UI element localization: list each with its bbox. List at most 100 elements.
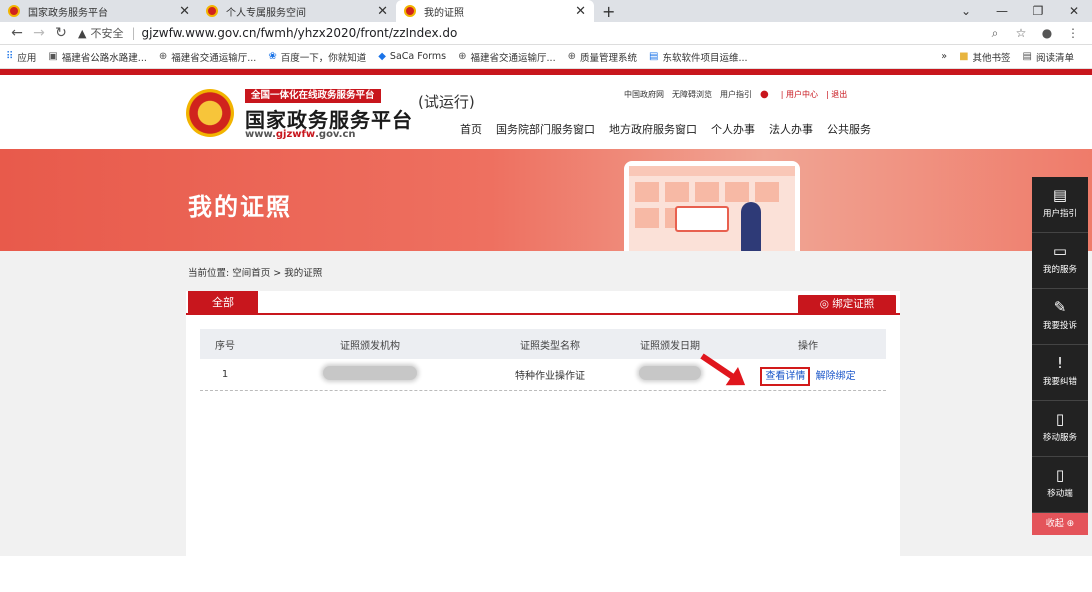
complaint-icon: ✎ [1053,298,1067,316]
browser-tab-2[interactable]: 个人专属服务空间 ✕ [198,0,396,22]
tab-title: 我的证照 [424,7,464,19]
reload-icon[interactable]: ↻ [50,25,72,41]
id-card-illustration [675,206,729,232]
bookmark-label: 福建省公路水路建... [61,52,147,64]
sidebar-label: 我的服务 [1042,265,1077,275]
image-icon: ▣ [48,51,58,62]
tab-search-icon[interactable]: ⌄ [948,4,984,18]
sidebar-item-my-service[interactable]: ▭ 我的服务 [1032,233,1088,289]
bookmark-item[interactable]: ⊕ 福建省交通运输厅... [159,50,256,64]
sidebar-item-mobile-service[interactable]: ▯ 移动服务 [1032,401,1088,457]
cell-actions: 查看详情 解除绑定 [730,367,886,386]
emblem-favicon-icon [404,5,416,17]
bookmark-item[interactable]: ⊕ 福建省交通运输厅... [458,50,555,64]
sidebar-item-guide[interactable]: ▤ 用户指引 [1032,177,1088,233]
folder-icon: ■ [959,51,969,62]
col-type: 证照类型名称 [520,340,580,352]
nav-legal-person[interactable]: 法人办事 [769,121,813,137]
bookmark-label: SaCa Forms [389,51,447,62]
tab-title: 个人专属服务空间 [226,7,306,19]
col-authority: 证照颁发机构 [340,340,400,352]
new-tab-button[interactable]: + [602,2,615,21]
nav-public-service[interactable]: 公共服务 [827,121,871,137]
bookmarks-bar: ⠿ 应用 ▣ 福建省公路水路建... ⊕ 福建省交通运输厅... ❀ 百度一下，你就知道… [0,45,1092,69]
close-tab-icon[interactable]: ✕ [377,4,388,19]
globe-icon: ⊕ [158,51,168,62]
correction-icon: ! [1056,354,1063,372]
nav-home[interactable]: 首页 [460,121,482,137]
bookmark-label: 福建省交通运输厅... [470,52,556,64]
page-title: 我的证照 [188,193,292,221]
bookmark-item[interactable]: ◆ SaCa Forms [378,51,446,62]
accessibility-link[interactable]: 无障碍浏览 [672,89,712,100]
url-text: gjzwfw.www.gov.cn/fwmh/yhzx2020/front/zz… [141,26,458,40]
bookmark-apps[interactable]: ⠿ 应用 [6,50,36,64]
tab-title: 国家政务服务平台 [28,7,108,19]
page-banner: 我的证照 [0,149,1092,251]
trial-label: (试运行) [418,93,475,111]
gov-site-link[interactable]: 中国政府网 [624,89,664,100]
table-row: 1 特种作业操作证 查看详情 解除绑定 [200,359,886,391]
collapse-sidebar-button[interactable]: 收起 ⊕ [1032,513,1088,535]
col-date: 证照颁发日期 [640,340,700,352]
warning-icon[interactable]: ▲ [78,27,86,40]
reading-list[interactable]: ▤ 阅读清单 [1023,50,1074,64]
nav-personal[interactable]: 个人办事 [711,121,755,137]
view-details-link[interactable]: 查看详情 [760,367,811,386]
close-window-icon[interactable]: ✕ [1056,4,1092,18]
tab-all[interactable]: 全部 [188,291,258,315]
license-table: 序号 证照颁发机构 证照类型名称 证照颁发日期 操作 1 特种作业操作证 查看详… [200,329,886,391]
bookmarks-overflow-button[interactable]: » [941,51,947,62]
bookmark-label: 福建省交通运输厅... [171,52,257,64]
person-illustration [741,202,761,251]
page-footer-area [0,566,1092,592]
baidu-paw-icon: ❀ [268,51,277,62]
main-content: 当前位置: 空间首页 > 我的证照 全部 ◎ 绑定证照 序号 证照颁发机构 证照… [0,251,1092,561]
bookmark-item[interactable]: ▣ 福建省公路水路建... [48,50,147,64]
logout-link[interactable]: | 退出 [826,89,847,100]
minimize-icon[interactable]: — [984,4,1020,18]
bookmark-label: 东软软件项目运维... [662,52,748,64]
close-tab-icon[interactable]: ✕ [179,4,190,19]
browser-tab-3[interactable]: 我的证照 ✕ [396,0,594,22]
national-emblem-logo[interactable] [186,89,234,137]
emblem-favicon-icon [206,5,218,17]
cell-index: 1 [221,369,229,380]
zoom-search-icon[interactable]: ⌕ [982,26,1008,41]
divider: | [131,26,136,40]
forward-icon[interactable]: → [28,25,50,41]
browser-tab-1[interactable]: 国家政务服务平台 ✕ [0,0,198,22]
nav-state-council[interactable]: 国务院部门服务窗口 [496,121,595,137]
user-center-link[interactable]: | 用户中心 [781,89,818,100]
sidebar-label: 移动端 [1047,489,1073,499]
redacted-blur [639,366,701,380]
unbind-link[interactable]: 解除绑定 [816,371,856,382]
sidebar-item-mobile[interactable]: ▯ 移动端 [1032,457,1088,513]
back-icon[interactable]: ← [6,25,28,41]
sidebar-label: 我要投诉 [1042,321,1077,331]
browser-tab-strip: 国家政务服务平台 ✕ 个人专属服务空间 ✕ 我的证照 ✕ + ⌄ — ❐ ✕ [0,0,1092,22]
sidebar-item-complaint[interactable]: ✎ 我要投诉 [1032,289,1088,345]
mobile-service-icon: ▯ [1055,410,1065,428]
top-links: 中国政府网 无障碍浏览 用户指引 ● | 用户中心 | 退出 [624,89,855,100]
bookmark-item[interactable]: ⊕ 质量管理系统 [568,50,637,64]
bookmark-label: 质量管理系统 [579,52,637,64]
other-bookmarks[interactable]: ■ 其他书签 [959,50,1010,64]
sidebar-item-correction[interactable]: ! 我要纠错 [1032,345,1088,401]
bind-license-button[interactable]: ◎ 绑定证照 [798,295,896,314]
emblem-favicon-icon [8,5,20,17]
nav-local-gov[interactable]: 地方政府服务窗口 [609,121,697,137]
guide-icon: ▤ [1052,186,1068,204]
kebab-menu-icon[interactable]: ⋮ [1060,26,1086,40]
url-field[interactable]: ▲ 不安全 | gjzwfw.www.gov.cn/fwmh/yhzx2020/… [78,23,982,43]
profile-avatar-icon[interactable]: ● [1034,26,1060,40]
bookmark-star-icon[interactable]: ☆ [1008,26,1034,40]
saca-icon: ◆ [378,51,386,62]
bookmark-item[interactable]: ❀ 百度一下，你就知道 [268,50,366,64]
restore-icon[interactable]: ❐ [1020,4,1056,18]
user-guide-link[interactable]: 用户指引 [720,89,752,100]
bookmark-item[interactable]: ▤ 东软软件项目运维... [649,50,748,64]
license-panel: 全部 ◎ 绑定证照 序号 证照颁发机构 证照类型名称 证照颁发日期 操作 1 特… [186,291,900,561]
close-tab-icon[interactable]: ✕ [575,4,586,19]
cell-authority [250,366,490,383]
